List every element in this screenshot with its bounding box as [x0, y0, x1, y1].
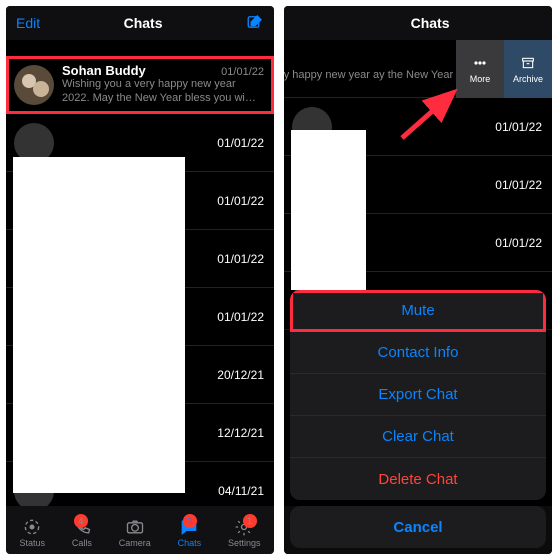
chat-time: 01/01/22	[217, 252, 264, 266]
chat-preview: Wishing you a very happy new year 2022. …	[62, 78, 264, 106]
action-sheet: Mute Contact Info Export Chat Clear Chat…	[290, 290, 546, 548]
avatar	[14, 65, 54, 105]
swipe-label: Archive	[513, 74, 543, 84]
chat-time: 01/01/22	[495, 178, 542, 192]
chats-header: Edit Chats	[6, 6, 274, 40]
tab-label: Calls	[72, 538, 92, 548]
sheet-clear-chat[interactable]: Clear Chat	[290, 416, 546, 458]
sheet-contact-info[interactable]: Contact Info	[290, 332, 546, 374]
chats-header: Edit Chats	[284, 6, 552, 40]
redaction-block	[13, 157, 185, 493]
compose-icon	[246, 13, 264, 31]
tab-calls[interactable]: Calls 4	[72, 517, 92, 548]
chat-name: Sohan Buddy	[62, 63, 146, 78]
redaction-block	[291, 130, 366, 290]
swipe-actions: More Archive	[456, 40, 552, 98]
tab-label: Status	[19, 538, 45, 548]
tab-chats[interactable]: Chats 2	[178, 517, 202, 548]
chat-time: 01/01/22	[221, 66, 264, 78]
chat-time: 01/01/22	[495, 236, 542, 250]
archive-icon	[520, 55, 536, 71]
chat-time: 20/12/21	[217, 368, 264, 382]
sheet-mute[interactable]: Mute	[290, 290, 546, 332]
status-icon	[22, 517, 42, 537]
ellipsis-icon	[472, 55, 488, 71]
header-title: Chats	[124, 15, 163, 31]
tab-label: Camera	[119, 538, 151, 548]
camera-icon	[125, 517, 145, 537]
tab-bar: Status Calls 4 Camera Chats 2 Settings 1	[6, 506, 274, 554]
tab-camera[interactable]: Camera	[119, 517, 151, 548]
badge: 1	[243, 514, 257, 528]
badge: 2	[183, 514, 197, 528]
swipe-more-button[interactable]: More	[456, 40, 504, 98]
chat-time: 01/01/22	[217, 310, 264, 324]
swipe-archive-button[interactable]: Archive	[504, 40, 552, 98]
chat-time: 04/11/21	[218, 484, 264, 498]
tab-label: Settings	[228, 538, 261, 548]
chat-row-sohan[interactable]: Sohan Buddy 01/01/22 Wishing you a very …	[6, 56, 274, 114]
sheet-delete-chat[interactable]: Delete Chat	[290, 458, 546, 500]
chat-time: 12/12/21	[217, 426, 264, 440]
badge: 4	[74, 514, 88, 528]
chat-time: 01/01/22	[217, 136, 264, 150]
sheet-cancel[interactable]: Cancel	[290, 506, 546, 548]
edit-button[interactable]: Edit	[16, 15, 40, 31]
chat-time: 01/01/22	[495, 120, 542, 134]
header-title: Chats	[411, 15, 450, 31]
swipe-label: More	[470, 74, 491, 84]
phone-left: Edit Chats Sohan Buddy 01/01/22 Wishing …	[6, 6, 274, 554]
compose-button[interactable]	[246, 13, 264, 34]
sheet-export-chat[interactable]: Export Chat	[290, 374, 546, 416]
chat-time: 01/01/22	[217, 194, 264, 208]
tab-label: Chats	[178, 538, 202, 548]
phone-right: Edit Chats Buddy 01/01/22 ou a very happ…	[284, 6, 552, 554]
tab-settings[interactable]: Settings 1	[228, 517, 261, 548]
tab-status[interactable]: Status	[19, 517, 45, 548]
